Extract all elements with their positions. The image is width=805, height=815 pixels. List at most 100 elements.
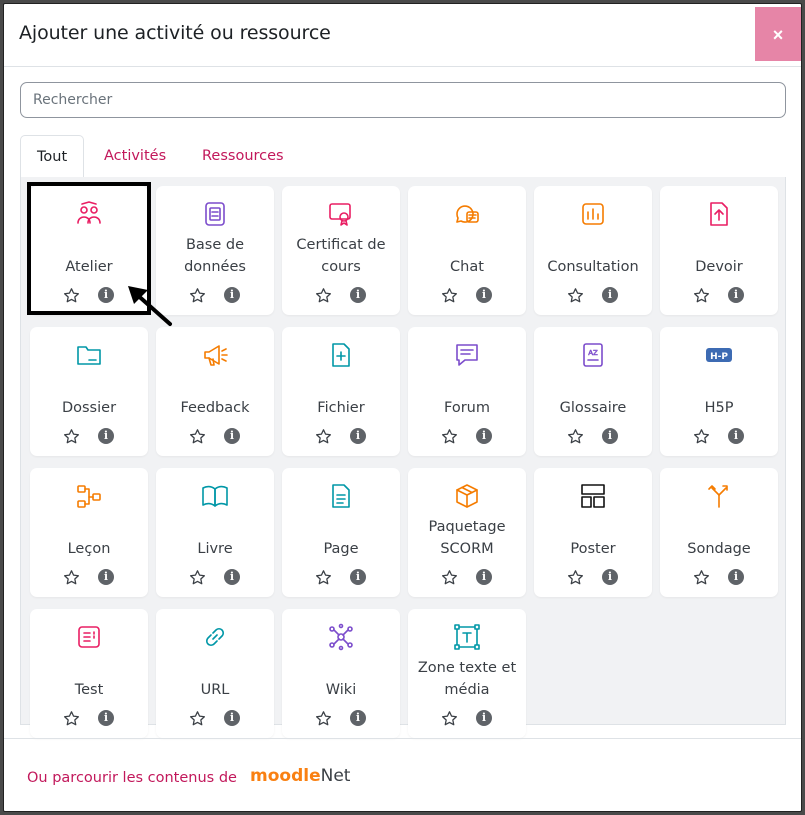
star-icon[interactable] bbox=[189, 428, 206, 445]
info-icon[interactable]: i bbox=[224, 710, 240, 726]
activity-card[interactable]: Chat i bbox=[408, 186, 526, 315]
star-icon[interactable] bbox=[441, 428, 458, 445]
star-icon[interactable] bbox=[693, 428, 710, 445]
activity-card[interactable]: Zone texte et média i bbox=[408, 609, 526, 738]
star-icon[interactable] bbox=[441, 287, 458, 304]
file-icon bbox=[332, 343, 350, 367]
activity-name: Leçon bbox=[67, 541, 111, 557]
megaphone-icon bbox=[204, 345, 228, 366]
activity-card[interactable]: Paquetage SCORM i bbox=[408, 468, 526, 597]
activity-card[interactable]: URL i bbox=[156, 609, 274, 738]
star-icon[interactable] bbox=[567, 569, 584, 586]
star-icon[interactable] bbox=[693, 569, 710, 586]
star-icon[interactable] bbox=[441, 710, 458, 727]
workshop-icon bbox=[77, 201, 101, 224]
star-icon[interactable] bbox=[189, 287, 206, 304]
star-icon[interactable] bbox=[693, 287, 710, 304]
glossary-icon: AZ bbox=[583, 343, 603, 367]
tab-all[interactable]: Tout bbox=[20, 135, 85, 178]
moodlenet-logo-net: Net bbox=[320, 766, 351, 786]
activity-card[interactable]: Forum i bbox=[408, 327, 526, 456]
star-icon[interactable] bbox=[315, 428, 332, 445]
star-icon[interactable] bbox=[441, 569, 458, 586]
activity-name: Dossier bbox=[61, 400, 117, 416]
info-icon[interactable]: i bbox=[476, 710, 492, 726]
svg-text:H-P: H-P bbox=[710, 352, 728, 362]
activity-card[interactable]: Poster i bbox=[534, 468, 652, 597]
activity-card[interactable]: Sondage i bbox=[660, 468, 778, 597]
activity-card[interactable]: Certificat de cours i bbox=[282, 186, 400, 315]
info-icon[interactable]: i bbox=[98, 428, 114, 444]
star-icon[interactable] bbox=[567, 428, 584, 445]
activity-card[interactable]: Wiki i bbox=[282, 609, 400, 738]
star-icon[interactable] bbox=[189, 569, 206, 586]
activity-name: H5P bbox=[704, 400, 734, 416]
star-icon[interactable] bbox=[567, 287, 584, 304]
info-icon[interactable]: i bbox=[224, 287, 240, 303]
dialog-footer: Ou parcourir les contenus de moodleNet bbox=[4, 738, 801, 811]
star-icon[interactable] bbox=[63, 428, 80, 445]
info-icon[interactable]: i bbox=[350, 569, 366, 585]
activity-name: Wiki bbox=[325, 682, 357, 698]
info-icon[interactable]: i bbox=[602, 428, 618, 444]
activity-card[interactable]: Fichier i bbox=[282, 327, 400, 456]
info-icon[interactable]: i bbox=[602, 569, 618, 585]
tab-bar: Tout Activités Ressources bbox=[20, 135, 786, 178]
choice-icon bbox=[708, 485, 728, 508]
star-icon[interactable] bbox=[189, 710, 206, 727]
info-icon[interactable]: i bbox=[476, 569, 492, 585]
star-icon[interactable] bbox=[63, 710, 80, 727]
activity-name: Livre bbox=[197, 541, 233, 557]
info-icon[interactable]: i bbox=[728, 569, 744, 585]
lesson-icon bbox=[77, 485, 101, 508]
activity-card[interactable]: Test i bbox=[30, 609, 148, 738]
consultation-icon bbox=[582, 203, 604, 225]
activity-name: Devoir bbox=[695, 259, 743, 275]
search-input[interactable] bbox=[20, 82, 786, 118]
dialog-header: Ajouter une activité ou ressource × bbox=[4, 4, 801, 67]
info-icon[interactable]: i bbox=[728, 428, 744, 444]
activity-card[interactable]: Page i bbox=[282, 468, 400, 597]
info-icon[interactable]: i bbox=[224, 569, 240, 585]
info-icon[interactable]: i bbox=[350, 287, 366, 303]
star-icon[interactable] bbox=[315, 710, 332, 727]
activity-name: Sondage bbox=[687, 541, 751, 557]
info-icon[interactable]: i bbox=[98, 710, 114, 726]
star-icon[interactable] bbox=[63, 287, 80, 304]
activity-card[interactable]: Devoir i bbox=[660, 186, 778, 315]
moodlenet-link[interactable]: Ou parcourir les contenus de bbox=[27, 770, 237, 786]
info-icon[interactable]: i bbox=[476, 428, 492, 444]
moodlenet-logo[interactable]: moodleNet bbox=[250, 766, 350, 786]
close-button[interactable]: × bbox=[755, 7, 801, 61]
activity-name: Fichier bbox=[317, 400, 365, 416]
forum-icon bbox=[456, 344, 478, 366]
add-activity-dialog: Ajouter une activité ou ressource × Tout… bbox=[3, 3, 802, 812]
info-icon[interactable]: i bbox=[350, 428, 366, 444]
chat-icon bbox=[456, 205, 479, 223]
info-icon[interactable]: i bbox=[728, 287, 744, 303]
activity-card[interactable]: Consultation i bbox=[534, 186, 652, 315]
tab-resources[interactable]: Ressources bbox=[186, 135, 300, 178]
activity-card[interactable]: Livre i bbox=[156, 468, 274, 597]
activity-card[interactable]: AZ Glossaire i bbox=[534, 327, 652, 456]
wiki-icon bbox=[329, 623, 353, 651]
star-icon[interactable] bbox=[63, 569, 80, 586]
activity-name: URL bbox=[200, 682, 230, 698]
tab-activities[interactable]: Activités bbox=[88, 135, 182, 178]
text-media-icon bbox=[454, 624, 480, 650]
h5p-icon: H-P bbox=[706, 348, 732, 362]
info-icon[interactable]: i bbox=[350, 710, 366, 726]
info-icon[interactable]: i bbox=[98, 287, 114, 303]
activity-card[interactable]: H-P H5P i bbox=[660, 327, 778, 456]
activity-card[interactable]: Leçon i bbox=[30, 468, 148, 597]
activity-card[interactable]: Dossier i bbox=[30, 327, 148, 456]
info-icon[interactable]: i bbox=[602, 287, 618, 303]
info-icon[interactable]: i bbox=[98, 569, 114, 585]
star-icon[interactable] bbox=[315, 569, 332, 586]
quiz-icon bbox=[78, 626, 100, 648]
info-icon[interactable]: i bbox=[224, 428, 240, 444]
info-icon[interactable]: i bbox=[476, 287, 492, 303]
star-icon[interactable] bbox=[315, 287, 332, 304]
activity-name: Zone texte et média bbox=[417, 660, 517, 698]
activity-card[interactable]: Feedback i bbox=[156, 327, 274, 456]
